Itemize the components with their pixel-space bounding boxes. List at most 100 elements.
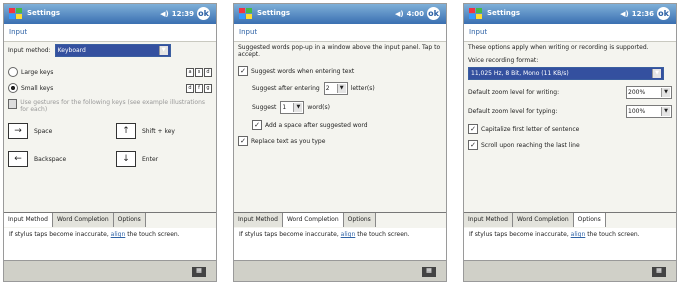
backspace-gesture-icon: ← [8,151,28,167]
status-area: ◀) 12:39 ok [160,7,210,20]
title-bar: Settings ◀) 12:36 ok [464,4,676,24]
windows-logo-icon[interactable] [8,7,24,21]
intro-text: Suggested words pop-up in a window above… [238,44,441,58]
voice-format-select[interactable]: 11,025 Hz, 8 Bit, Mono (11 KB/s) ▼ [468,67,664,80]
tab-options[interactable]: Options [573,213,606,227]
input-method-select[interactable]: Keyboard ▼ [54,44,171,57]
tab-input-method[interactable]: Input Method [464,213,513,227]
gesture-label: Enter [142,155,159,163]
footer-suffix: the touch screen. [355,231,410,238]
footer-note: If stylus taps become inaccurate, align … [4,228,216,260]
page-header: Input [464,24,676,42]
capitalize-checkbox[interactable]: ✓ [468,124,478,134]
footer-suffix: the touch screen. [125,231,180,238]
page-header: Input [4,24,216,42]
screen-word-completion: Settings ◀) 4:00 ok Input Suggested word… [233,3,447,282]
title-bar: Settings ◀) 4:00 ok [234,4,446,24]
footer-note: If stylus taps become inaccurate, align … [234,228,446,260]
large-keys-preview: asd [186,67,212,77]
tab-word-completion[interactable]: Word Completion [52,213,114,227]
chevron-down-icon: ▼ [336,84,346,93]
footer-text: If stylus taps become inaccurate, [9,231,111,238]
voice-format-label: Voice recording format: [468,57,539,64]
footer-text: If stylus taps become inaccurate, [469,231,571,238]
status-area: ◀) 12:36 ok [620,7,670,20]
suggest-label: Suggest [252,104,277,111]
ok-button[interactable]: ok [197,7,210,20]
letters-select[interactable]: 2 ▼ [323,82,348,95]
large-keys-label: Large keys [21,68,54,76]
chevron-down-icon: ▼ [293,103,303,112]
keyboard-icon[interactable]: ▦ [652,267,666,277]
align-link[interactable]: align [341,231,356,238]
speaker-icon[interactable]: ◀) [395,10,404,18]
menu-bar: ▦ [4,260,216,281]
ok-button[interactable]: ok [427,7,440,20]
app-title: Settings [27,9,61,17]
enter-gesture-icon: ↓ [116,151,136,167]
ok-button[interactable]: ok [657,7,670,20]
tab-input-method[interactable]: Input Method [4,213,53,227]
menu-bar: ▦ [464,260,676,281]
chevron-down-icon: ▼ [158,46,168,55]
replace-text-checkbox[interactable]: ✓ [238,136,248,146]
options-content: These options apply when writing or reco… [468,44,672,156]
input-method-label: Input method: [8,47,51,54]
small-keys-preview: dfg [186,83,212,93]
add-space-checkbox[interactable]: ✓ [252,120,262,130]
zoom-typing-label: Default zoom level for typing: [468,108,558,115]
clock: 4:00 [406,9,424,18]
align-link[interactable]: align [571,231,586,238]
footer-text: If stylus taps become inaccurate, [239,231,341,238]
words-select[interactable]: 1 ▼ [280,101,305,114]
small-keys-label: Small keys [21,84,54,92]
intro-text: These options apply when writing or reco… [468,44,649,51]
suggest-words-checkbox[interactable]: ✓ [238,66,248,76]
zoom-typing-select[interactable]: 100% ▼ [626,105,672,118]
app-title: Settings [257,9,291,17]
windows-logo-icon[interactable] [468,7,484,21]
scroll-checkbox[interactable]: ✓ [468,140,478,150]
clock: 12:39 [171,9,194,18]
small-keys-radio[interactable] [8,83,18,93]
words-label: word(s) [307,104,330,111]
speaker-icon[interactable]: ◀) [160,10,169,18]
add-space-label: Add a space after suggested word [265,121,368,129]
gesture-label: Space [34,127,53,135]
screen-input-method: Settings ◀) 12:39 ok Input Input method:… [3,3,217,282]
tab-word-completion[interactable]: Word Completion [512,213,574,227]
chevron-down-icon: ▼ [661,107,670,116]
large-keys-radio[interactable] [8,67,18,77]
space-gesture-icon: → [8,123,28,139]
page-title: Input [9,28,28,36]
title-bar: Settings ◀) 12:39 ok [4,4,216,24]
tab-options[interactable]: Options [113,213,146,227]
gestures-note: Use gestures for the following keys (see… [20,99,206,113]
gesture-examples: → Space ↑ Shift + key ← Backspace ↓ Enter [8,123,212,167]
zoom-writing-select[interactable]: 200% ▼ [626,86,672,99]
keyboard-icon[interactable]: ▦ [422,267,436,277]
windows-logo-icon[interactable] [238,7,254,21]
screen-options: Settings ◀) 12:36 ok Input These options… [463,3,677,282]
chevron-down-icon: ▼ [652,69,661,78]
word-completion-content: Suggested words pop-up in a window above… [238,44,442,152]
gesture-label: Backspace [34,155,67,163]
menu-bar: ▦ [234,260,446,281]
app-title: Settings [487,9,521,17]
tab-input-method[interactable]: Input Method [234,213,283,227]
chevron-down-icon: ▼ [661,88,670,97]
page-title: Input [469,28,488,36]
tab-word-completion[interactable]: Word Completion [282,213,344,227]
keyboard-icon[interactable]: ▦ [192,267,206,277]
clock: 12:36 [631,9,654,18]
align-link[interactable]: align [111,231,126,238]
tab-bar: Input Method Word Completion Options [464,212,676,227]
speaker-icon[interactable]: ◀) [620,10,629,18]
page-title: Input [239,28,258,36]
suggest-after-label: Suggest after entering [252,85,320,92]
zoom-writing-label: Default zoom level for writing: [468,89,560,96]
scroll-label: Scroll upon reaching the last line [481,141,580,149]
gestures-checkbox[interactable] [8,99,18,109]
tab-options[interactable]: Options [343,213,376,227]
input-method-content: Input method: Keyboard ▼ Large keys asd … [8,44,212,167]
